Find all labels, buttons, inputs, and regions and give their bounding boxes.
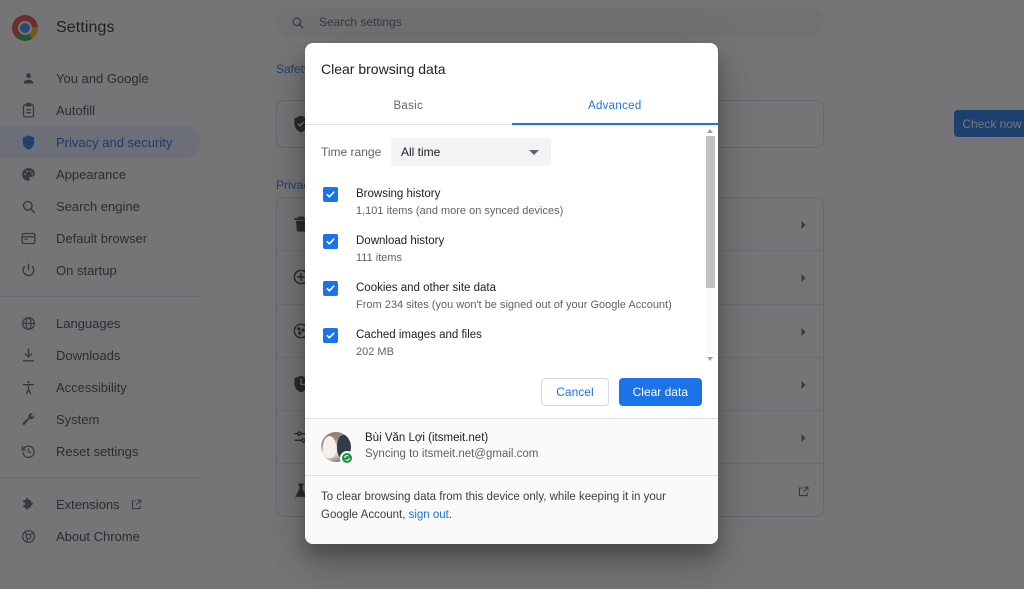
tab-basic[interactable]: Basic	[305, 87, 512, 124]
sign-out-link[interactable]: sign out	[409, 509, 449, 521]
dialog-tabs: Basic Advanced	[305, 87, 718, 125]
checkbox-checked-icon[interactable]	[323, 281, 338, 296]
dialog-scroll-area: Time range All time Browsing history 1,1…	[305, 125, 718, 365]
account-name: Bùi Văn Lợi (itsmeit.net)	[365, 431, 538, 446]
clear-data-button[interactable]: Clear data	[619, 378, 702, 406]
sync-badge-icon	[340, 451, 354, 465]
checkbox-row-browsing-history[interactable]: Browsing history 1,101 items (and more o…	[321, 179, 702, 226]
checkbox-row-cookies[interactable]: Cookies and other site data From 234 sit…	[321, 273, 702, 320]
checkbox-checked-icon[interactable]	[323, 328, 338, 343]
checkbox-title: Cookies and other site data	[356, 280, 672, 296]
cancel-button[interactable]: Cancel	[541, 378, 608, 406]
time-range-select[interactable]: All time	[391, 138, 551, 166]
dialog-scrollbar[interactable]	[706, 129, 715, 361]
time-range-label: Time range	[321, 145, 391, 159]
chevron-down-icon	[529, 150, 539, 155]
account-note-text: To clear browsing data from this device …	[321, 491, 666, 521]
checkbox-title: Browsing history	[356, 186, 563, 202]
account-note-tail: .	[449, 509, 452, 521]
account-sync-status: Syncing to itsmeit.net@gmail.com	[365, 446, 538, 463]
settings-page-root: Settings You and Google Autofill Privacy…	[0, 0, 1024, 589]
checkbox-checked-icon[interactable]	[323, 234, 338, 249]
scroll-down-arrow-icon[interactable]	[707, 357, 713, 361]
checkbox-row-download-history[interactable]: Download history 111 items	[321, 226, 702, 273]
checkbox-title: Cached images and files	[356, 327, 482, 343]
account-row: Bùi Văn Lợi (itsmeit.net) Syncing to its…	[305, 419, 718, 475]
checkbox-checked-icon[interactable]	[323, 187, 338, 202]
time-range-value: All time	[401, 145, 440, 159]
clear-browsing-data-dialog: Clear browsing data Basic Advanced Time …	[305, 43, 718, 544]
account-section: Bùi Văn Lợi (itsmeit.net) Syncing to its…	[305, 418, 718, 544]
dialog-title: Clear browsing data	[305, 43, 718, 77]
time-range-row: Time range All time	[321, 125, 702, 179]
checkbox-subtitle: 202 MB	[356, 344, 482, 360]
scrollbar-thumb[interactable]	[706, 136, 715, 288]
tab-advanced[interactable]: Advanced	[512, 87, 719, 124]
checkbox-subtitle: 1,101 items (and more on synced devices)	[356, 203, 563, 219]
scroll-up-arrow-icon[interactable]	[707, 129, 713, 133]
checkbox-subtitle: 111 items	[356, 250, 444, 266]
checkbox-row-cached-images[interactable]: Cached images and files 202 MB	[321, 320, 702, 365]
checkbox-title: Download history	[356, 233, 444, 249]
account-note: To clear browsing data from this device …	[305, 475, 718, 536]
checkbox-subtitle: From 234 sites (you won't be signed out …	[356, 297, 672, 313]
dialog-actions: Cancel Clear data	[305, 365, 718, 418]
avatar	[321, 432, 351, 462]
